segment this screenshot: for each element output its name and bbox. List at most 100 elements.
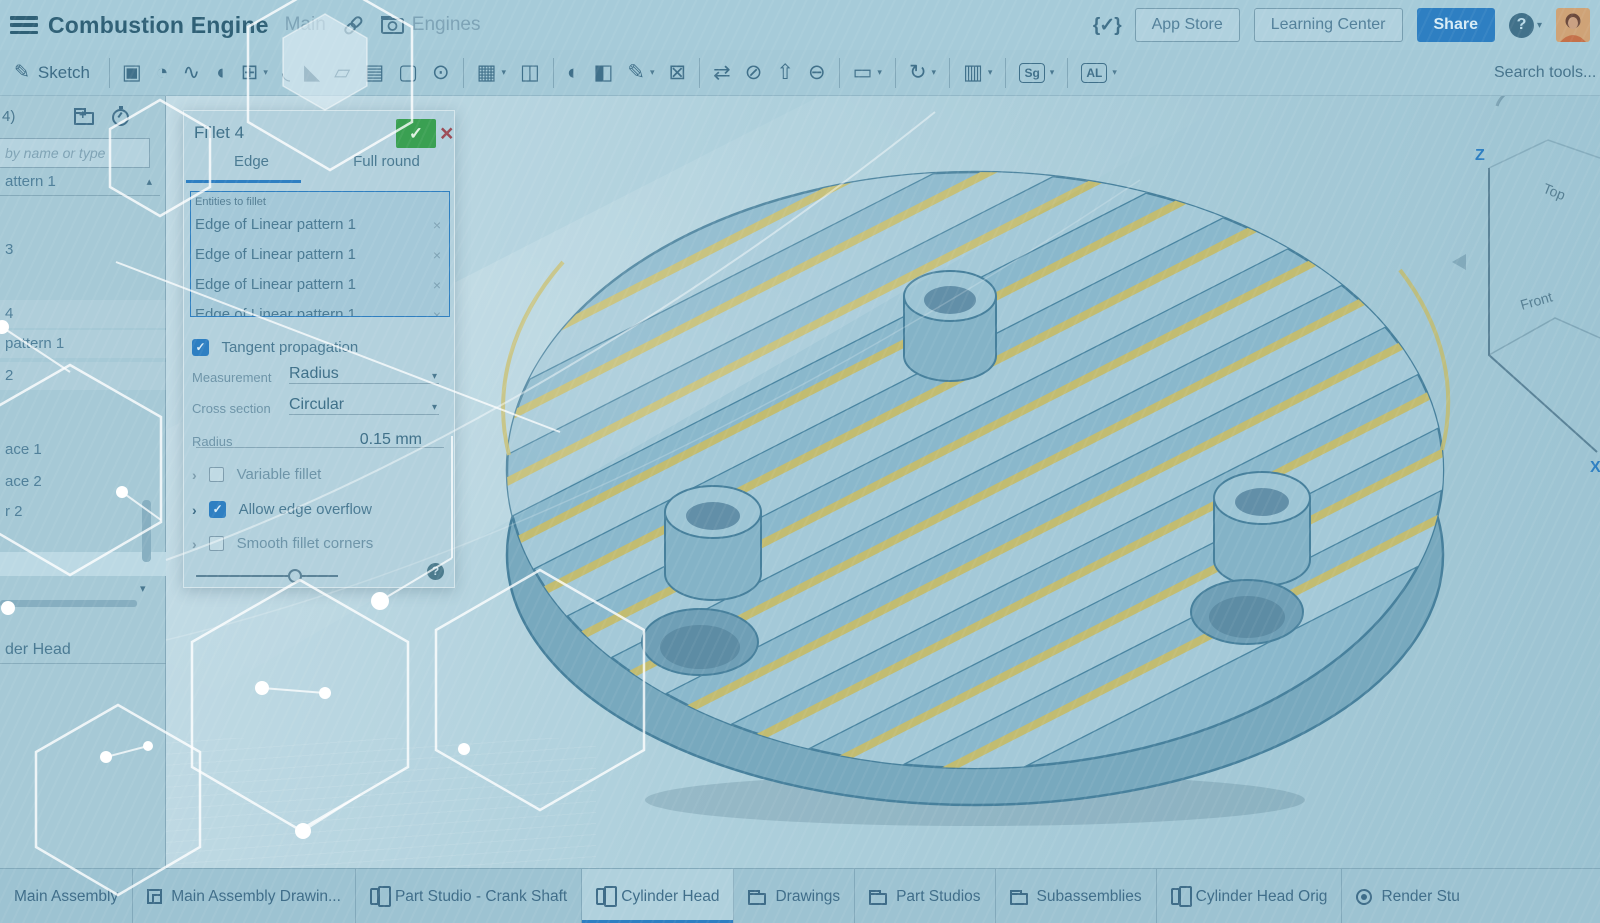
split-icon[interactable]: ◧ [587, 50, 621, 96]
feature-list-item[interactable]: ▴ [0, 268, 152, 296]
document-tab[interactable]: Cylinder Head Orig [1157, 869, 1343, 923]
spark-plug-boss[interactable] [1214, 472, 1310, 586]
new-folder-icon[interactable] [74, 112, 94, 125]
slider-handle[interactable] [288, 569, 302, 583]
link-icon[interactable] [342, 15, 364, 35]
opacity-slider[interactable] [196, 569, 338, 583]
document-tab[interactable]: Render Stu [1342, 869, 1600, 923]
entities-to-fillet-box[interactable]: Entities to fillet Edge of Linear patter… [190, 191, 450, 317]
feature-list-item[interactable]: pattern 1 ▴ [0, 330, 166, 358]
dialog-tab[interactable]: Full round [319, 153, 454, 179]
remove-entity-icon[interactable]: × [433, 300, 441, 317]
fillet-entity-row[interactable]: Edge of Linear pattern 1 × [191, 210, 449, 240]
slider-track[interactable] [196, 575, 338, 577]
help-icon[interactable]: ? [1509, 13, 1534, 38]
sep[interactable] [699, 58, 700, 88]
feature-list-item[interactable]: 3 ▴ [0, 236, 152, 264]
expand-chevron-icon[interactable]: › [192, 467, 197, 483]
spark-plug-boss[interactable] [904, 271, 996, 381]
chevron-down-icon[interactable]: ▾ [501, 67, 506, 78]
sep[interactable] [1005, 58, 1006, 88]
sep[interactable] [839, 58, 840, 88]
fillet-entity-row[interactable]: Edge of Linear pattern 1 × [191, 270, 449, 300]
linear-pattern-icon[interactable]: ▦ ▾ [470, 50, 513, 96]
chevron-down-icon[interactable]: ▾ [932, 67, 937, 78]
fillet-icon[interactable]: ◟ [275, 50, 297, 96]
revolve-icon[interactable]: ◔ [149, 50, 176, 96]
document-tab[interactable]: Part Studios [855, 869, 995, 923]
chevron-down-icon[interactable]: ▾ [263, 67, 268, 78]
rib-icon[interactable]: ▤ [357, 50, 391, 96]
chevron-down-icon[interactable]: ▾ [1050, 67, 1055, 78]
cross-section-dropdown[interactable]: Circular ▾ [289, 396, 439, 415]
feature-list-item[interactable]: 4 ▴ [0, 300, 166, 328]
sep[interactable] [949, 58, 950, 88]
document-tab[interactable]: Part Studio - Crank Shaft [356, 869, 582, 923]
remove-entity-icon[interactable]: × [433, 240, 441, 270]
collapse-caret-icon[interactable]: ▴ [146, 168, 152, 196]
chevron-down-icon[interactable]: ▾ [988, 67, 993, 78]
delete-face-icon[interactable]: ⊘ [738, 50, 770, 96]
fillet-entity-row[interactable]: Edge of Linear pattern 1 × [191, 300, 449, 317]
remove-entity-icon[interactable]: × [433, 210, 441, 240]
scroll-down-caret-icon[interactable]: ▾ [140, 582, 146, 595]
document-tab[interactable]: Subassemblies [996, 869, 1157, 923]
feature-list-item[interactable]: r 2 ▴ [0, 498, 152, 526]
move-face-icon[interactable]: ⇧ [769, 50, 801, 96]
smooth-fillet-corners-checkbox[interactable] [209, 536, 224, 551]
dialog-help-icon[interactable]: ? [427, 563, 444, 580]
replace-face-icon[interactable]: ⇄ [706, 50, 738, 96]
featurescript-icon[interactable]: {✓} [1093, 14, 1121, 37]
modify-fillet-icon[interactable]: ✎ ▾ [620, 50, 661, 96]
feature-list-item[interactable]: 2 ▴ [0, 362, 166, 390]
feature-list-item[interactable]: ▴ [0, 204, 152, 232]
variable-fillet-checkbox[interactable] [209, 467, 224, 482]
fillet-entity-row[interactable]: Edge of Linear pattern 1 × [191, 240, 449, 270]
extrude-icon[interactable]: ▣ [115, 50, 149, 96]
expand-chevron-icon[interactable]: › [192, 502, 197, 518]
al-badge-icon[interactable]: AL ▾ [1074, 50, 1124, 96]
chevron-down-icon[interactable]: ▾ [1112, 67, 1117, 78]
document-tab[interactable]: Drawings [734, 869, 855, 923]
measurement-dropdown[interactable]: Radius ▾ [289, 365, 439, 384]
document-location[interactable]: Engines [412, 14, 481, 36]
sep[interactable] [463, 58, 464, 88]
chevron-down-icon[interactable]: ▾ [650, 67, 655, 78]
part-list-item[interactable]: der Head [0, 636, 166, 664]
allow-edge-overflow-checkbox[interactable]: ✓ [209, 501, 226, 518]
tangent-propagation-checkbox[interactable]: ✓ [192, 339, 209, 356]
branch-name[interactable]: Main [285, 14, 326, 36]
feature-filter-input[interactable] [0, 138, 150, 168]
boolean-icon[interactable]: ◐ [560, 50, 587, 96]
sep[interactable] [1067, 58, 1068, 88]
help-menu[interactable]: ? ▾ [1509, 13, 1542, 38]
thicken-icon[interactable]: ⊞ ▾ [234, 50, 275, 96]
share-button[interactable]: Share [1417, 8, 1495, 42]
sep[interactable] [895, 58, 896, 88]
delete-part-icon[interactable]: ⊠ [662, 50, 694, 96]
remove-entity-icon[interactable]: × [433, 270, 441, 300]
feature-list-item[interactable]: attern 1 ▴ [0, 168, 160, 196]
document-tab[interactable]: Main Assembly [0, 869, 133, 923]
hole-icon[interactable]: ⊙ [425, 50, 457, 96]
mirror-icon[interactable]: ◫ [513, 50, 547, 96]
rollback-history-icon[interactable] [112, 109, 129, 126]
horizontal-scrollbar-thumb[interactable] [0, 600, 137, 607]
chevron-down-icon[interactable]: ▾ [877, 67, 882, 78]
sheet-metal-icon[interactable]: ▥ ▾ [956, 50, 999, 96]
sketch-button[interactable]: ✎ Sketch [0, 61, 104, 84]
app-store-button[interactable]: App Store [1135, 8, 1240, 42]
dialog-tab[interactable]: Edge [184, 153, 319, 179]
draft-icon[interactable]: ▱ [327, 50, 357, 96]
search-tools-input[interactable]: Search tools... [1494, 50, 1600, 96]
plane-icon[interactable]: ▭ ▾ [846, 50, 889, 96]
loft-icon[interactable]: ◖ [207, 50, 234, 96]
sg-badge-icon[interactable]: Sg ▾ [1012, 50, 1061, 96]
view-cube[interactable]: Z X Top Front [1452, 80, 1600, 476]
feature-list-item[interactable]: ace 2 ▴ [0, 468, 152, 496]
spark-plug-boss[interactable] [665, 486, 761, 600]
bore-hole[interactable] [642, 609, 758, 675]
helix-icon[interactable]: ↻ ▾ [902, 50, 943, 96]
sweep-icon[interactable]: ∿ [175, 50, 207, 96]
learning-center-button[interactable]: Learning Center [1254, 8, 1403, 42]
